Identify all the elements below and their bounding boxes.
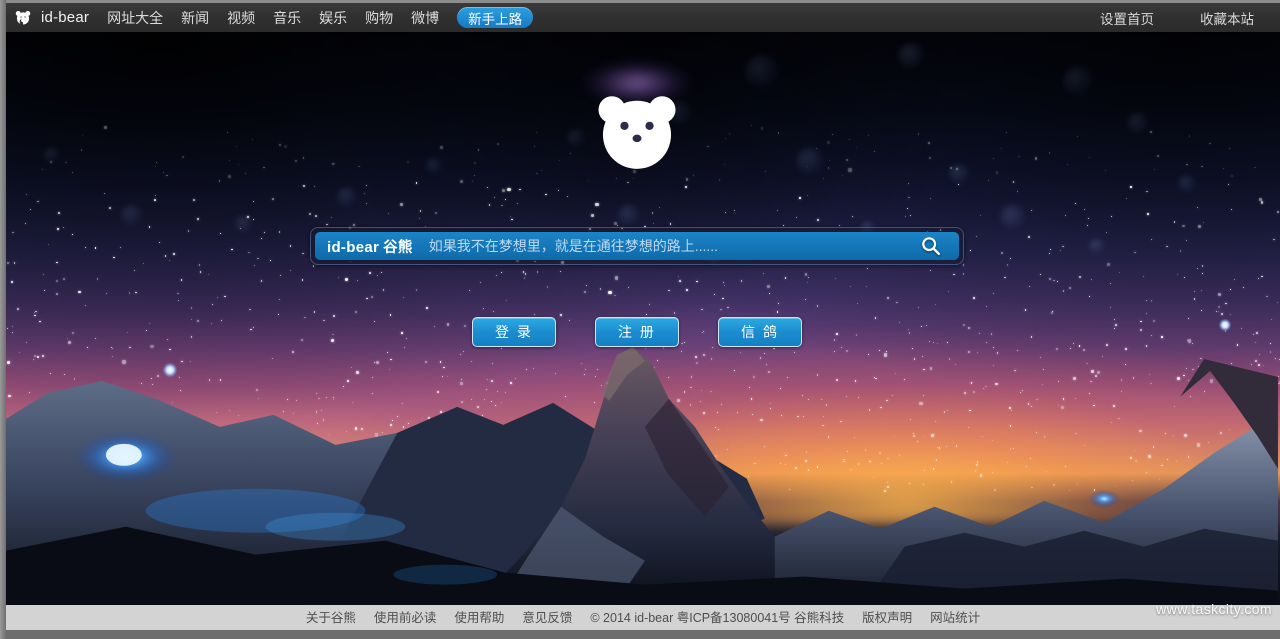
search-bar[interactable]: id-bear 谷熊	[310, 227, 964, 265]
footer-copyright: © 2014 id-bear 粤ICP备13080041号 谷熊科技	[590, 611, 845, 625]
footer-help[interactable]: 使用帮助	[454, 607, 504, 626]
nav-news[interactable]: 新闻	[181, 8, 209, 28]
site-logo	[0, 90, 1274, 176]
search-row: id-bear 谷熊	[310, 227, 964, 265]
footer-copyright-notice[interactable]: 版权声明	[862, 607, 912, 626]
search-brand-label: id-bear 谷熊	[315, 236, 423, 257]
search-brand-en: id-bear	[327, 238, 380, 256]
action-button-group: 登 录 注 册 信 鸽	[472, 317, 802, 347]
nav-newbie[interactable]: 新手上路	[457, 7, 534, 28]
window-left-edge	[0, 0, 6, 639]
top-navigation-bar: id-bear 网址大全 新闻 视频 音乐 娱乐 购物 微博 新手上路 设置首页…	[0, 0, 1280, 32]
footer-stats[interactable]: 网站统计	[930, 607, 980, 626]
nav-entertainment[interactable]: 娱乐	[319, 8, 347, 28]
search-icon	[922, 237, 940, 255]
footer-must-read[interactable]: 使用前必读	[374, 607, 437, 626]
bear-logo-icon	[598, 96, 676, 169]
nav-video[interactable]: 视频	[227, 8, 255, 28]
set-homepage[interactable]: 设置首页	[1100, 8, 1154, 28]
search-brand-cn: 谷熊	[383, 239, 413, 256]
nav-shopping[interactable]: 购物	[365, 8, 393, 28]
nav-weibo[interactable]: 微博	[411, 8, 439, 28]
bear-icon	[14, 9, 32, 27]
nav-sites[interactable]: 网址大全	[107, 8, 163, 28]
bookmark-site[interactable]: 收藏本站	[1200, 8, 1254, 28]
pigeon-button[interactable]: 信 鸽	[718, 317, 802, 347]
footer-about[interactable]: 关于谷熊	[306, 607, 356, 626]
search-button[interactable]	[903, 232, 959, 260]
browser-page: id-bear 网址大全 新闻 视频 音乐 娱乐 购物 微博 新手上路 设置首页…	[0, 0, 1280, 639]
search-input[interactable]	[422, 232, 903, 260]
register-button[interactable]: 注 册	[595, 317, 679, 347]
hero-content: id-bear谷熊 登 录 注 册 信 鸽	[0, 0, 1274, 573]
brand-name: id-bear	[41, 9, 90, 26]
nav-music[interactable]: 音乐	[273, 8, 301, 28]
footer-bar: 关于谷熊 使用前必读 使用帮助 意见反馈 © 2014 id-bear 粤ICP…	[6, 605, 1280, 639]
footer-feedback[interactable]: 意见反馈	[522, 607, 572, 626]
login-button[interactable]: 登 录	[472, 317, 556, 347]
